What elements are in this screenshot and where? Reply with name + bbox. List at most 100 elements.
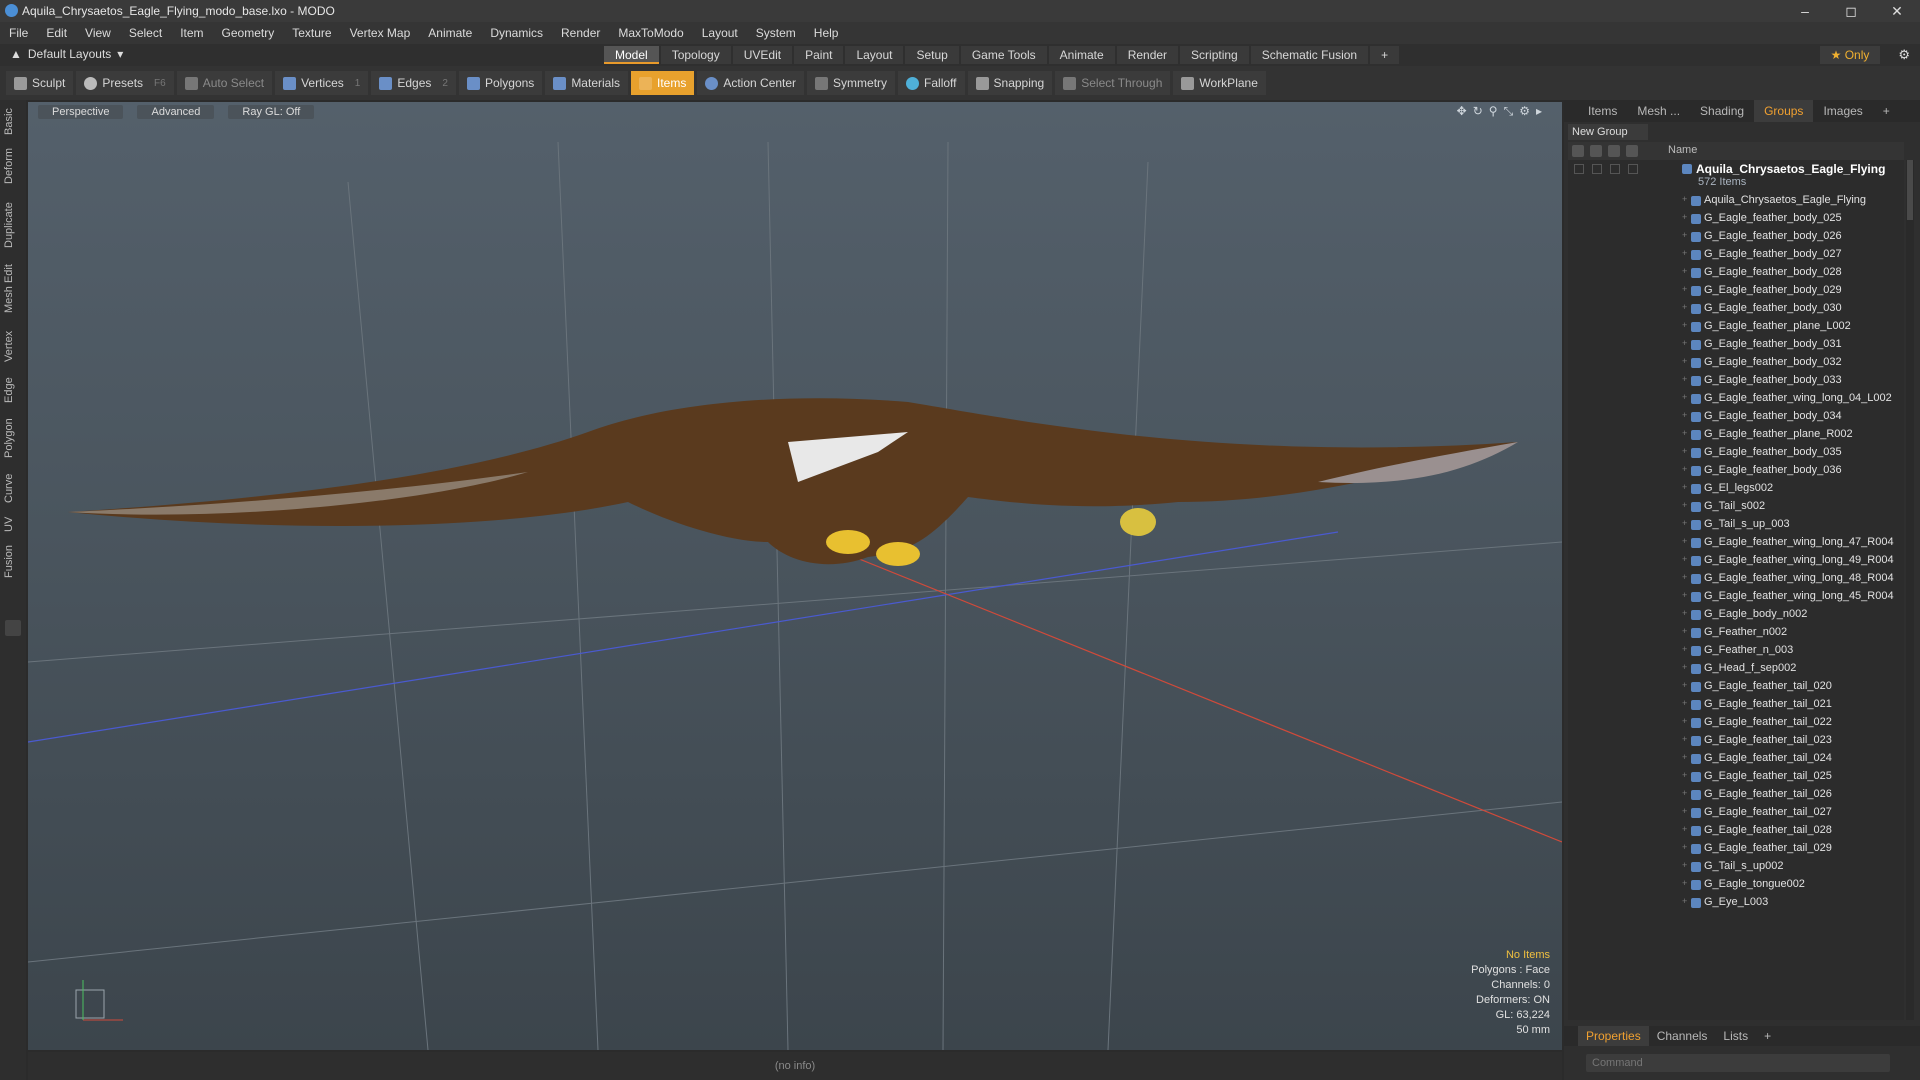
list-item[interactable]: + G_Eagle_feather_body_035 <box>1568 444 1904 462</box>
list-item[interactable]: + G_Eagle_feather_wing_long_45_R004 <box>1568 588 1904 606</box>
tab-model[interactable]: Model <box>604 46 659 64</box>
view-mode-button[interactable]: Perspective <box>38 105 124 119</box>
list-item[interactable]: + G_Tail_s_up_003 <box>1568 516 1904 534</box>
layout-selector[interactable]: ▲ Default Layouts ▾ <box>10 47 123 61</box>
list-item[interactable]: + G_Eagle_feather_tail_021 <box>1568 696 1904 714</box>
tab-groups[interactable]: Groups <box>1754 100 1814 122</box>
expand-icon[interactable]: + <box>1682 554 1687 564</box>
tab-lists[interactable]: Lists <box>1715 1029 1756 1043</box>
list-scrollbar[interactable] <box>1906 160 1914 1020</box>
shading-mode-button[interactable]: Advanced <box>137 105 215 119</box>
falloff-button[interactable]: Falloff <box>898 71 965 95</box>
vtab-mesh-edit[interactable]: Mesh Edit <box>3 260 23 318</box>
expand-icon[interactable]: + <box>1682 410 1687 420</box>
list-item[interactable]: + Aquila_Chrysaetos_Eagle_Flying <box>1568 192 1904 210</box>
expand-icon[interactable]: + <box>1682 878 1687 888</box>
list-item[interactable]: + G_Eagle_feather_plane_L002 <box>1568 318 1904 336</box>
viewport-settings-icon[interactable]: ⚙ <box>1519 104 1530 119</box>
list-item[interactable]: + G_Eagle_feather_tail_029 <box>1568 840 1904 858</box>
eye-icon[interactable] <box>1574 164 1584 174</box>
vtab-basic[interactable]: Basic <box>3 106 23 138</box>
panel-toggle-button[interactable] <box>5 620 21 636</box>
expand-icon[interactable]: + <box>1682 320 1687 330</box>
raygl-button[interactable]: Ray GL: Off <box>228 105 315 119</box>
expand-icon[interactable]: + <box>1682 662 1687 672</box>
vtab-polygon[interactable]: Polygon <box>3 412 23 464</box>
scrollbar-thumb[interactable] <box>1907 160 1913 220</box>
expand-icon[interactable]: + <box>1682 374 1687 384</box>
group-list[interactable]: Aquila_Chrysaetos_Eagle_Flying 572 Items… <box>1568 160 1904 1020</box>
expand-icon[interactable]: + <box>1682 842 1687 852</box>
list-item[interactable]: + G_Eagle_feather_body_027 <box>1568 246 1904 264</box>
expand-icon[interactable]: + <box>1682 698 1687 708</box>
list-item[interactable]: + G_Tail_s_up002 <box>1568 858 1904 876</box>
menu-animate[interactable]: Animate <box>419 26 481 40</box>
expand-icon[interactable]: + <box>1682 518 1687 528</box>
menu-texture[interactable]: Texture <box>283 26 340 40</box>
menu-file[interactable]: File <box>0 26 37 40</box>
list-item[interactable]: + G_Eagle_feather_tail_020 <box>1568 678 1904 696</box>
list-item[interactable]: + G_Eagle_feather_body_034 <box>1568 408 1904 426</box>
new-group-button[interactable]: New Group <box>1568 124 1648 140</box>
list-item[interactable]: + G_Feather_n002 <box>1568 624 1904 642</box>
expand-icon[interactable]: + <box>1682 248 1687 258</box>
expand-icon[interactable]: + <box>1682 860 1687 870</box>
list-item[interactable]: + G_Eagle_feather_tail_025 <box>1568 768 1904 786</box>
expand-icon[interactable]: + <box>1682 428 1687 438</box>
list-item[interactable]: + G_Eagle_feather_body_030 <box>1568 300 1904 318</box>
menu-select[interactable]: Select <box>120 26 171 40</box>
tab-topology[interactable]: Topology <box>660 46 731 64</box>
menu-edit[interactable]: Edit <box>37 26 76 40</box>
list-item[interactable]: + G_Eagle_feather_body_029 <box>1568 282 1904 300</box>
symmetry-button[interactable]: Symmetry <box>807 71 896 95</box>
menu-system[interactable]: System <box>747 26 805 40</box>
expand-icon[interactable]: + <box>1682 302 1687 312</box>
menu-vertex-map[interactable]: Vertex Map <box>341 26 420 40</box>
lock-column-icon[interactable] <box>1608 145 1620 157</box>
expand-icon[interactable]: + <box>1682 392 1687 402</box>
list-item[interactable]: + G_Eye_L003 <box>1568 894 1904 912</box>
list-item[interactable]: + G_Eagle_feather_tail_027 <box>1568 804 1904 822</box>
list-item[interactable]: + G_Eagle_feather_tail_028 <box>1568 822 1904 840</box>
menu-view[interactable]: View <box>76 26 120 40</box>
expand-icon[interactable]: + <box>1682 644 1687 654</box>
menu-item[interactable]: Item <box>171 26 212 40</box>
tab-paint[interactable]: Paint <box>794 46 844 64</box>
viewport-menu-icon[interactable]: ▸ <box>1536 104 1542 119</box>
list-item[interactable]: + G_El_legs002 <box>1568 480 1904 498</box>
menu-layout[interactable]: Layout <box>693 26 747 40</box>
list-item[interactable]: + G_Eagle_feather_tail_023 <box>1568 732 1904 750</box>
tab-scripting[interactable]: Scripting <box>1180 46 1249 64</box>
add-tab-button[interactable]: + <box>1370 46 1400 64</box>
expand-icon[interactable]: + <box>1682 356 1687 366</box>
action-center-button[interactable]: Action Center <box>697 71 805 95</box>
expand-icon[interactable]: + <box>1682 266 1687 276</box>
select-through-button[interactable]: Select Through <box>1055 71 1171 95</box>
vtab-curve[interactable]: Curve <box>3 468 23 508</box>
command-input[interactable] <box>1586 1054 1890 1072</box>
select-toggle[interactable] <box>1628 164 1638 174</box>
expand-icon[interactable]: + <box>1682 230 1687 240</box>
expand-icon[interactable]: + <box>1682 536 1687 546</box>
tab-setup[interactable]: Setup <box>905 46 959 64</box>
expand-icon[interactable]: + <box>1682 806 1687 816</box>
list-item[interactable]: + G_Eagle_feather_wing_long_49_R004 <box>1568 552 1904 570</box>
zoom-icon[interactable]: ⚲ <box>1489 104 1498 119</box>
list-item[interactable]: + G_Eagle_feather_wing_long_47_R004 <box>1568 534 1904 552</box>
tab-uvedit[interactable]: UVEdit <box>732 46 793 64</box>
list-item[interactable]: + G_Eagle_body_n002 <box>1568 606 1904 624</box>
edges-button[interactable]: Edges 2 <box>371 71 456 95</box>
expand-icon[interactable]: + <box>1682 464 1687 474</box>
pan-icon[interactable]: ✥ <box>1457 104 1467 119</box>
close-button[interactable]: ✕ <box>1874 0 1920 22</box>
tab-schematic-fusion[interactable]: Schematic Fusion <box>1250 46 1369 64</box>
materials-button[interactable]: Materials <box>545 71 628 95</box>
list-item[interactable]: + G_Eagle_feather_tail_022 <box>1568 714 1904 732</box>
menu-dynamics[interactable]: Dynamics <box>481 26 552 40</box>
list-item[interactable]: + G_Eagle_feather_tail_024 <box>1568 750 1904 768</box>
only-button[interactable]: ★ Only <box>1820 46 1880 64</box>
expand-icon[interactable]: + <box>1682 482 1687 492</box>
menu-maxtomodo[interactable]: MaxToModo <box>609 26 692 40</box>
items-button[interactable]: Items <box>631 71 695 95</box>
minimize-button[interactable]: – <box>1782 0 1828 22</box>
